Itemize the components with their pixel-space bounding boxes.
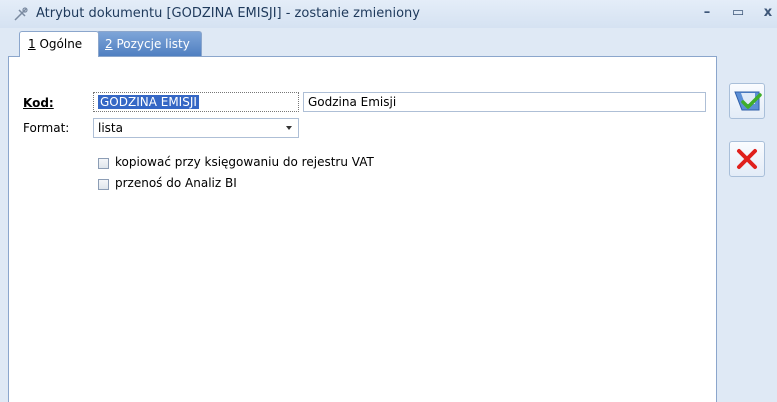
format-value: lista xyxy=(98,121,123,135)
maximize-button[interactable]: ▭ xyxy=(727,3,749,23)
chevron-down-icon xyxy=(286,126,292,130)
code-field[interactable]: GODZINA EMISJI xyxy=(93,92,299,112)
title-bar: Atrybut dokumentu [GODZINA EMISJI] - zos… xyxy=(0,0,777,29)
attribute-icon xyxy=(14,7,28,21)
code-label: Kod: xyxy=(23,96,54,110)
tab-pozycje-hotkey: 2 xyxy=(105,37,113,51)
name-value: Godzina Emisji xyxy=(308,95,397,109)
tab-ogolne[interactable]: 1 Ogólne xyxy=(19,31,99,57)
code-value: GODZINA EMISJI xyxy=(98,95,199,109)
vat-copy-checkbox[interactable] xyxy=(98,158,109,169)
format-select[interactable]: lista xyxy=(93,118,299,138)
tab-ogolne-label: Ogólne xyxy=(35,37,83,51)
format-label: Format: xyxy=(23,121,70,135)
save-icon xyxy=(734,91,762,111)
vat-copy-label: kopiować przy księgowaniu do rejestru VA… xyxy=(115,155,374,169)
bi-transfer-label: przenoś do Analiz BI xyxy=(115,176,237,190)
cancel-button[interactable] xyxy=(729,141,765,177)
cancel-x-icon xyxy=(737,149,757,169)
window-title: Atrybut dokumentu [GODZINA EMISJI] - zos… xyxy=(36,6,420,21)
tab-ogolne-hotkey: 1 xyxy=(28,37,36,51)
minimize-button[interactable]: – xyxy=(696,3,718,23)
tab-pozycje-listy[interactable]: 2 Pozycje listy xyxy=(96,31,202,56)
tab-pozycje-label: Pozycje listy xyxy=(112,37,190,51)
bi-transfer-checkbox[interactable] xyxy=(98,179,109,190)
name-field[interactable]: Godzina Emisji xyxy=(303,92,706,112)
save-button[interactable] xyxy=(729,83,765,119)
close-button[interactable]: x xyxy=(757,3,777,23)
form-panel: Kod: GODZINA EMISJI Godzina Emisji Forma… xyxy=(8,56,717,402)
action-sidebar xyxy=(719,56,777,401)
